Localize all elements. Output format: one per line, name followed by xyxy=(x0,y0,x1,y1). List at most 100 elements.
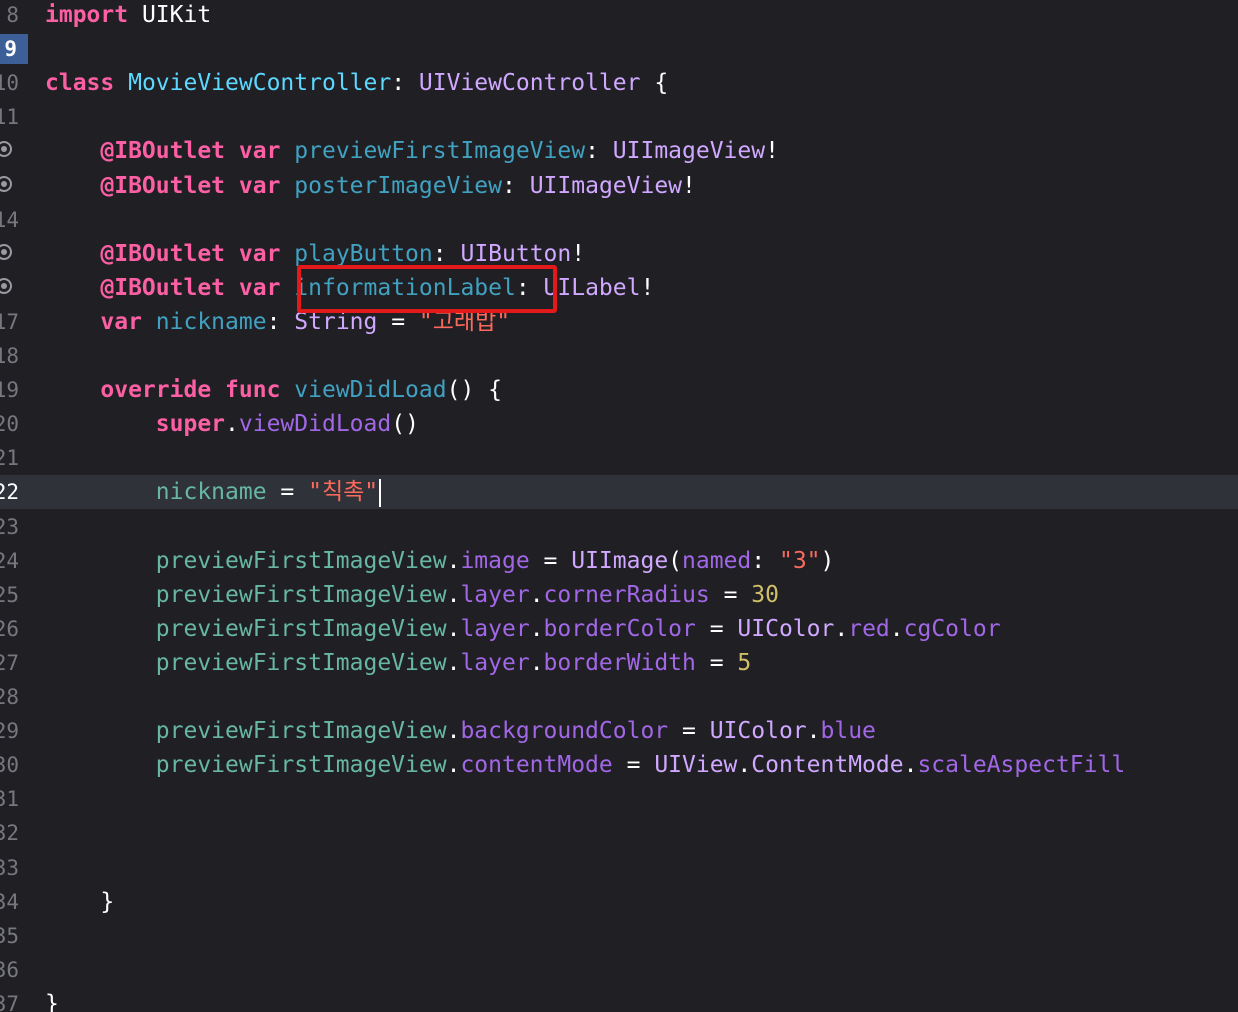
line-number: 18 xyxy=(0,344,19,368)
outlet-connection-icon[interactable] xyxy=(0,243,12,260)
code-line[interactable]: 29 previewFirstImageView.backgroundColor… xyxy=(0,714,1238,748)
line-number-gutter[interactable]: 37 xyxy=(0,987,36,1012)
code-text: @IBOutlet var previewFirstImageView: UII… xyxy=(45,134,779,168)
line-number-gutter[interactable]: 11 xyxy=(0,100,36,134)
code-line[interactable]: 24 previewFirstImageView.image = UIImage… xyxy=(0,544,1238,578)
code-token: playButton xyxy=(294,240,433,267)
line-number-gutter[interactable]: 33 xyxy=(0,851,36,885)
code-line[interactable]: 25 previewFirstImageView.layer.cornerRad… xyxy=(0,578,1238,612)
code-token: : xyxy=(266,308,295,335)
line-number-gutter[interactable]: 10 xyxy=(0,66,36,100)
line-number-gutter[interactable]: 36 xyxy=(0,953,36,987)
line-number-gutter[interactable] xyxy=(0,134,36,168)
code-line[interactable]: 10 class MovieViewController: UIViewContr… xyxy=(0,66,1238,100)
outlet-connection-icon[interactable] xyxy=(0,277,12,294)
line-number: 33 xyxy=(0,855,19,880)
code-text: previewFirstImageView.backgroundColor = … xyxy=(45,714,876,748)
code-editor[interactable]: 8 import UIKit 9 10 class MovieViewControlle… xyxy=(0,0,1238,1012)
code-line[interactable]: 30 previewFirstImageView.contentMode = U… xyxy=(0,748,1238,782)
code-line[interactable]: 32 xyxy=(0,816,1238,850)
code-line[interactable]: 33 xyxy=(0,851,1238,885)
code-text: previewFirstImageView.layer.cornerRadius… xyxy=(45,578,779,612)
line-number-gutter[interactable]: 27 xyxy=(0,646,36,680)
code-token: UIColor xyxy=(709,718,807,745)
line-number-gutter[interactable]: 31 xyxy=(0,782,36,816)
line-number-gutter[interactable]: 8 xyxy=(0,0,36,32)
line-number-gutter[interactable]: 19 xyxy=(0,373,36,407)
code-token: : xyxy=(391,70,419,97)
code-line[interactable]: 35 xyxy=(0,919,1238,953)
outlet-connection-icon[interactable] xyxy=(0,141,12,158)
code-token: previewFirstImageView xyxy=(155,615,447,642)
code-line[interactable]: 36 xyxy=(0,953,1238,987)
breakpoint-marker[interactable]: 9 xyxy=(0,34,28,65)
code-line[interactable]: 17 var nickname: String = "고래밥" xyxy=(0,305,1238,339)
line-number-gutter[interactable]: 24 xyxy=(0,544,36,578)
code-token: previewFirstImageView xyxy=(155,649,447,676)
line-number: 29 xyxy=(0,719,19,744)
code-token: . xyxy=(806,718,821,745)
line-number-gutter[interactable]: 32 xyxy=(0,816,36,850)
code-line[interactable]: 31 xyxy=(0,782,1238,816)
code-line[interactable]: @IBOutlet var playButton: UIButton! xyxy=(0,237,1238,271)
line-number-gutter[interactable] xyxy=(0,169,36,203)
code-token: MovieViewController xyxy=(128,70,392,97)
line-number-gutter[interactable]: 26 xyxy=(0,612,36,646)
line-number-gutter[interactable]: 18 xyxy=(0,339,36,373)
code-token: super xyxy=(155,411,226,438)
code-line[interactable]: 11 xyxy=(0,100,1238,134)
line-number-gutter[interactable]: 30 xyxy=(0,748,36,782)
code-line[interactable]: 20 super.viewDidLoad() xyxy=(0,407,1238,441)
line-number: 21 xyxy=(0,446,19,471)
code-token: backgroundColor xyxy=(460,718,669,745)
code-line[interactable]: 19 override func viewDidLoad() { xyxy=(0,373,1238,407)
line-number-gutter[interactable]: 17 xyxy=(0,305,36,339)
code-line[interactable]: 9 xyxy=(0,32,1238,66)
code-token: = xyxy=(695,615,738,642)
code-line[interactable]: 28 xyxy=(0,680,1238,714)
code-line[interactable]: @IBOutlet var posterImageView: UIImageVi… xyxy=(0,169,1238,203)
code-token: posterImageView xyxy=(294,172,502,199)
line-number-gutter[interactable]: 25 xyxy=(0,578,36,612)
code-token: . xyxy=(446,615,461,642)
code-line[interactable]: 14 xyxy=(0,203,1238,237)
line-number-gutter[interactable]: 21 xyxy=(0,441,36,475)
code-line[interactable]: 18 xyxy=(0,339,1238,373)
line-number-gutter[interactable]: 28 xyxy=(0,680,36,714)
code-line[interactable]: @IBOutlet var informationLabel: UILabel! xyxy=(0,271,1238,305)
code-line[interactable]: 23 xyxy=(0,510,1238,544)
code-token: UIButton xyxy=(460,240,572,267)
code-line[interactable]: 27 previewFirstImageView.layer.borderWid… xyxy=(0,646,1238,680)
line-number: 32 xyxy=(0,821,19,846)
line-number: 35 xyxy=(0,923,19,948)
line-number-gutter[interactable]: 29 xyxy=(0,714,36,748)
code-token: nickname xyxy=(155,308,267,335)
line-number-gutter[interactable]: 20 xyxy=(0,407,36,441)
line-number-gutter[interactable] xyxy=(0,271,36,305)
line-number-gutter[interactable]: 23 xyxy=(0,510,36,544)
code-line[interactable]: @IBOutlet var previewFirstImageView: UII… xyxy=(0,134,1238,168)
code-token: ! xyxy=(640,274,655,301)
line-number: 23 xyxy=(0,514,19,539)
code-line[interactable]: 26 previewFirstImageView.layer.borderCol… xyxy=(0,612,1238,646)
code-line[interactable]: 8 import UIKit xyxy=(0,0,1238,32)
code-line[interactable]: 37} xyxy=(0,987,1238,1012)
code-token: previewFirstImageView xyxy=(155,547,447,574)
line-number-gutter[interactable]: 35 xyxy=(0,919,36,953)
line-number-gutter[interactable]: 22 xyxy=(0,475,36,509)
line-number: 36 xyxy=(0,957,19,982)
outlet-connection-icon[interactable] xyxy=(0,175,12,192)
code-line[interactable]: 21 xyxy=(0,441,1238,475)
code-line[interactable]: 34 } xyxy=(0,885,1238,919)
code-token: layer xyxy=(460,581,530,608)
line-number-gutter[interactable]: 14 xyxy=(0,203,36,237)
line-number-gutter[interactable]: 34 xyxy=(0,885,36,919)
current-code-line[interactable]: 22 nickname = "칙촉" xyxy=(0,475,1238,510)
line-number-gutter[interactable] xyxy=(0,237,36,271)
